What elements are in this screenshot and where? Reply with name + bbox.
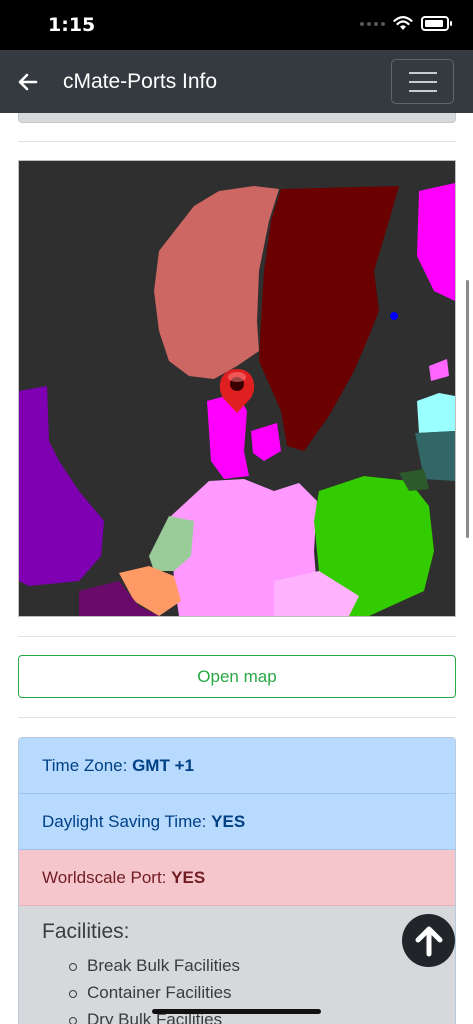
open-map-button[interactable]: Open map <box>18 655 456 698</box>
arrow-up-circle-icon <box>415 926 442 956</box>
facilities-section: Facilities: Break Bulk Facilities Contai… <box>19 906 455 1024</box>
scrollbar[interactable] <box>466 280 469 538</box>
port-info-card: Time Zone: GMT +1 Daylight Saving Time: … <box>18 737 456 1024</box>
worldscale-value: YES <box>171 868 206 887</box>
scroll-top-button[interactable] <box>402 914 455 967</box>
divider <box>18 717 456 718</box>
wifi-icon <box>393 16 413 30</box>
dst-label: Daylight Saving Time: <box>42 812 207 831</box>
time-zone-row: Time Zone: GMT +1 <box>19 738 455 794</box>
dst-row: Daylight Saving Time: YES <box>19 794 455 850</box>
time-zone-value: GMT +1 <box>132 756 194 775</box>
facilities-title: Facilities: <box>42 920 130 943</box>
dst-value: YES <box>211 812 246 831</box>
hamburger-menu-icon <box>408 71 437 74</box>
divider <box>18 636 456 637</box>
signal-icon <box>360 21 385 26</box>
home-indicator[interactable] <box>152 1009 321 1014</box>
port-map[interactable] <box>18 160 456 617</box>
menu-toggle-button[interactable] <box>391 59 454 104</box>
back-button[interactable] <box>14 68 42 96</box>
map-canvas <box>19 161 455 616</box>
status-time: 1:15 <box>48 14 96 36</box>
time-zone-label: Time Zone: <box>42 756 128 775</box>
previous-card-edge <box>18 113 456 123</box>
navbar: cMate-Ports Info <box>0 50 473 113</box>
region-latvia <box>417 393 455 433</box>
page-title: cMate-Ports Info <box>63 70 218 93</box>
worldscale-label: Worldscale Port: <box>42 868 167 887</box>
list-item: Container Facilities <box>69 979 432 1006</box>
status-bar: 1:15 <box>0 0 473 50</box>
arrow-left-icon <box>18 73 38 91</box>
list-item: Break Bulk Facilities <box>69 952 432 979</box>
status-icons <box>360 16 452 31</box>
worldscale-row: Worldscale Port: YES <box>19 850 455 906</box>
divider <box>18 141 456 142</box>
battery-icon <box>421 16 452 31</box>
